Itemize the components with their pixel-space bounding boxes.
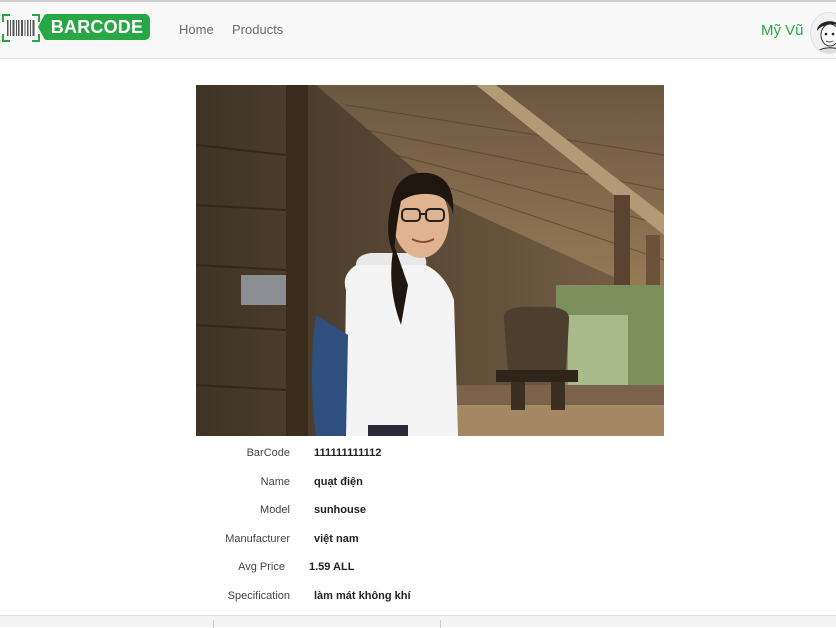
nav-link-products[interactable]: Products <box>232 22 283 37</box>
top-navbar: BARCODE Home Products Mỹ Vũ <box>0 2 836 59</box>
page-footer <box>0 615 836 628</box>
detail-value-barcode: 111111111112 <box>314 447 382 459</box>
detail-label-specification: Specification <box>227 590 290 602</box>
product-photo-illustration <box>196 85 664 436</box>
detail-label-manufacturer: Manufacturer <box>225 533 290 545</box>
detail-value-avg-price: 1.59 ALL <box>309 561 355 573</box>
detail-label-avg-price: Avg Price <box>238 561 285 573</box>
nav-link-home[interactable]: Home <box>179 22 214 37</box>
detail-label-model: Model <box>260 504 290 516</box>
avatar-sketch-icon <box>811 13 836 53</box>
detail-label-name: Name <box>260 476 290 488</box>
detail-value-name: quạt điện <box>314 476 363 488</box>
product-image <box>196 85 664 436</box>
brand-logo-tag: BARCODE <box>38 14 150 40</box>
detail-value-manufacturer: việt nam <box>314 533 359 545</box>
detail-value-specification: làm mát không khí <box>314 590 411 602</box>
user-name-link[interactable]: Mỹ Vũ <box>761 22 804 39</box>
brand-logo[interactable]: BARCODE <box>2 12 150 44</box>
detail-value-model: sunhouse <box>314 504 366 516</box>
user-avatar[interactable] <box>810 12 836 54</box>
detail-label-barcode: BarCode <box>246 447 290 459</box>
logo-tag-notch <box>38 14 45 40</box>
barcode-scan-icon <box>2 14 40 42</box>
brand-logo-text: BARCODE <box>50 17 144 37</box>
